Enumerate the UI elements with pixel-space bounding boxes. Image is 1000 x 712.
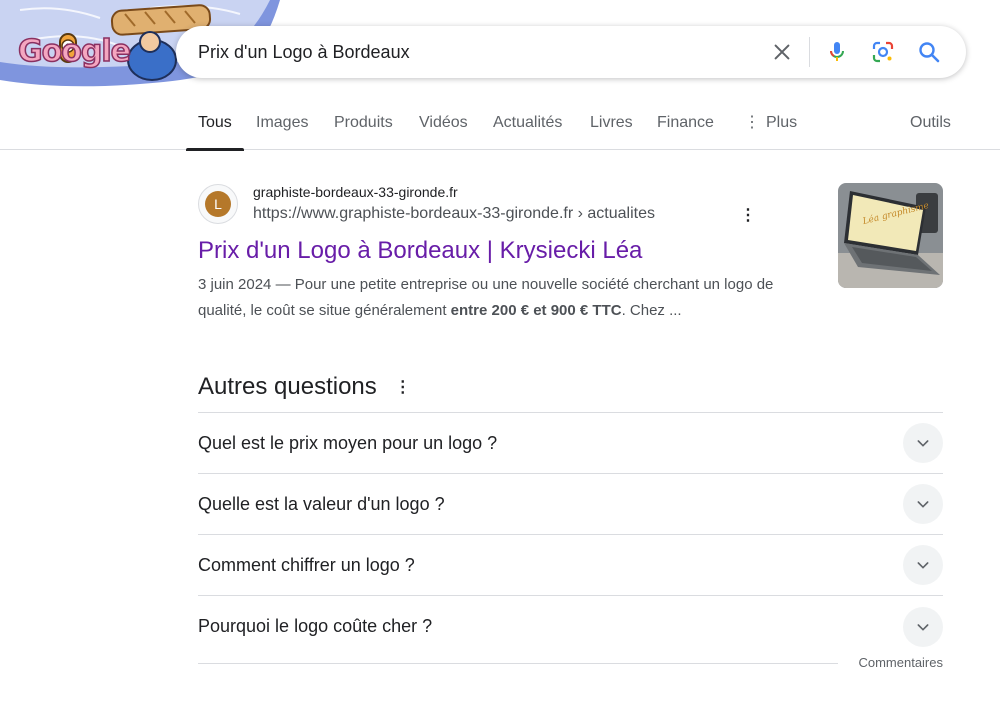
laptop-thumbnail-image bbox=[838, 183, 943, 288]
tab-images[interactable]: Images bbox=[256, 114, 308, 150]
tab-finance[interactable]: Finance bbox=[657, 114, 714, 150]
tab-products[interactable]: Produits bbox=[334, 114, 393, 150]
chevron-down-icon[interactable] bbox=[903, 606, 943, 647]
search-tabs: Tous Images Produits Vidéos Actualités L… bbox=[0, 100, 1000, 151]
result-url[interactable]: https://www.graphiste-bordeaux-33-girond… bbox=[253, 205, 655, 223]
chevron-down-icon[interactable] bbox=[903, 484, 943, 524]
paa-footer: Commentaires bbox=[198, 655, 943, 675]
camera-lens-icon bbox=[872, 41, 894, 63]
more-vert-icon: ⋮ bbox=[744, 114, 760, 131]
search-button[interactable] bbox=[906, 29, 952, 75]
people-also-ask: Autres questions ⋮ Quel est le prix moye… bbox=[198, 372, 943, 670]
paa-question-text: Pourquoi le logo coûte cher ? bbox=[198, 616, 433, 636]
search-icon bbox=[919, 42, 940, 63]
search-input[interactable] bbox=[176, 26, 759, 78]
tab-news[interactable]: Actualités bbox=[493, 114, 562, 150]
result-menu-icon[interactable]: ⋮ bbox=[740, 205, 756, 225]
paa-question-text: Quelle est la valeur d'un logo ? bbox=[198, 493, 445, 514]
favicon-letter: L bbox=[205, 191, 231, 217]
chevron-down-icon[interactable] bbox=[903, 423, 943, 463]
result-title-link[interactable]: Prix d'un Logo à Bordeaux | Krysiecki Lé… bbox=[198, 237, 642, 265]
doodle-wordmark: Google bbox=[17, 33, 131, 70]
search-box[interactable] bbox=[176, 26, 966, 78]
tab-books[interactable]: Livres bbox=[590, 114, 633, 150]
result-snippet: 3 juin 2024 — Pour une petite entreprise… bbox=[198, 272, 820, 324]
lens-search-button[interactable] bbox=[860, 29, 906, 75]
divider bbox=[198, 663, 838, 664]
site-favicon[interactable]: L bbox=[198, 184, 238, 224]
voice-search-button[interactable] bbox=[814, 29, 860, 75]
search-divider bbox=[809, 37, 810, 67]
paa-list: Quel est le prix moyen pour un logo ? Qu… bbox=[198, 412, 943, 657]
close-icon bbox=[774, 44, 790, 60]
tab-all[interactable]: Tous bbox=[186, 114, 244, 151]
tab-videos[interactable]: Vidéos bbox=[419, 114, 468, 150]
paa-title: Autres questions bbox=[198, 373, 377, 400]
feedback-link[interactable]: Commentaires bbox=[858, 655, 943, 670]
tools-button[interactable]: Outils bbox=[910, 114, 951, 150]
paa-question-2[interactable]: Quelle est la valeur d'un logo ? bbox=[198, 474, 943, 535]
snippet-text-end: . Chez ... bbox=[621, 302, 682, 319]
paa-menu-icon[interactable]: ⋮ bbox=[395, 377, 411, 397]
result-thumbnail[interactable]: Léa graphisme bbox=[838, 183, 943, 288]
chevron-down-icon[interactable] bbox=[903, 545, 943, 585]
mic-icon bbox=[830, 42, 844, 61]
paa-question-4[interactable]: Pourquoi le logo coûte cher ? bbox=[198, 596, 943, 657]
tab-more-label: Plus bbox=[766, 114, 798, 131]
clear-search-button[interactable] bbox=[759, 29, 805, 75]
paa-question-3[interactable]: Comment chiffrer un logo ? bbox=[198, 535, 943, 596]
paa-question-text: Comment chiffrer un logo ? bbox=[198, 554, 415, 575]
tab-more[interactable]: ⋮ Plus bbox=[744, 114, 797, 150]
paa-question-1[interactable]: Quel est le prix moyen pour un logo ? bbox=[198, 413, 943, 474]
result-site-name[interactable]: graphiste-bordeaux-33-gironde.fr bbox=[253, 184, 458, 200]
paa-question-text: Quel est le prix moyen pour un logo ? bbox=[198, 432, 498, 453]
paa-heading: Autres questions ⋮ bbox=[198, 372, 943, 402]
snippet-highlight: entre 200 € et 900 € TTC bbox=[450, 302, 622, 319]
